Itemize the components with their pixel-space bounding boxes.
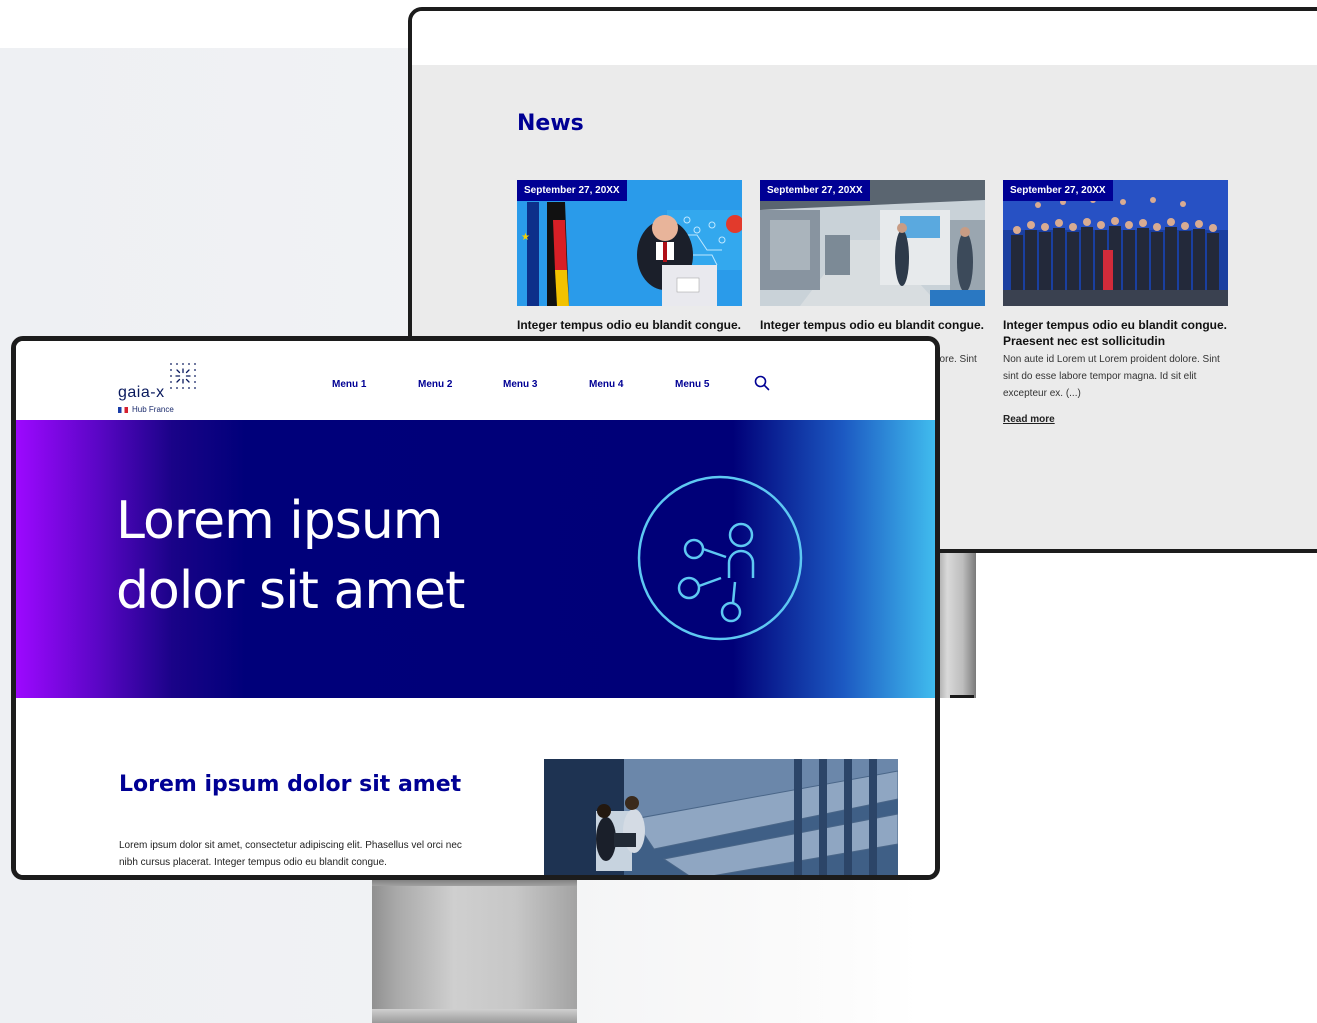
france-flag-icon — [118, 406, 128, 413]
search-icon[interactable] — [754, 375, 770, 391]
date-badge: September 27, 20XX — [760, 180, 870, 201]
hero-title: Lorem ipsum dolor sit amet — [116, 491, 465, 621]
news-card-image[interactable]: September 27, 20XX ★ — [517, 180, 742, 306]
front-monitor-stand — [372, 876, 577, 1023]
news-card-image[interactable]: September 27, 20XX — [1003, 180, 1228, 306]
nav-menu-3[interactable]: Menu 3 — [503, 379, 537, 390]
news-heading: News — [517, 111, 584, 136]
logo-subtitle: Hub France — [118, 405, 174, 414]
section-title: Lorem ipsum dolor sit amet — [119, 772, 462, 797]
nav-menu-5[interactable]: Menu 5 — [675, 379, 709, 390]
gaia-x-logo[interactable]: gaia-x Hub France — [118, 359, 208, 417]
news-card-title[interactable]: Integer tempus odio eu blandit congue. P… — [1003, 317, 1228, 349]
nav-menu-4[interactable]: Menu 4 — [589, 379, 623, 390]
news-card[interactable]: September 27, 20XX Integer tempus odio e… — [1003, 180, 1228, 427]
data-center-photo — [544, 759, 898, 875]
back-site-header — [412, 11, 1317, 65]
section-text: Lorem ipsum dolor sit amet, consectetur … — [119, 840, 462, 868]
date-badge: September 27, 20XX — [1003, 180, 1113, 201]
news-card-image[interactable]: September 27, 20XX — [760, 180, 985, 306]
back-monitor-stand-base — [950, 695, 974, 698]
news-card[interactable]: September 27, 20XX ★ Integer tempus odio… — [517, 180, 742, 349]
front-monitor: gaia-x Hub France Menu 1 Menu 2 Menu 3 M… — [11, 336, 940, 880]
news-card-text: Non aute id Lorem ut Lorem proident dolo… — [1003, 354, 1220, 399]
nav-menu-1[interactable]: Menu 1 — [332, 379, 366, 390]
svg-text:★: ★ — [521, 232, 530, 243]
read-more-link[interactable]: Read more — [1003, 414, 1055, 425]
date-badge: September 27, 20XX — [517, 180, 627, 201]
hero-banner: Lorem ipsum dolor sit amet — [16, 420, 935, 698]
nav-menu-2[interactable]: Menu 2 — [418, 379, 452, 390]
data-center-image — [544, 759, 898, 875]
logo-mark-icon — [170, 363, 196, 389]
intro-section: Lorem ipsum dolor sit amet Lorem ipsum d… — [16, 698, 935, 875]
site-header: gaia-x Hub France Menu 1 Menu 2 Menu 3 M… — [16, 341, 935, 420]
logo-wordmark: gaia-x — [118, 384, 165, 401]
network-nodes-icon — [637, 475, 803, 641]
